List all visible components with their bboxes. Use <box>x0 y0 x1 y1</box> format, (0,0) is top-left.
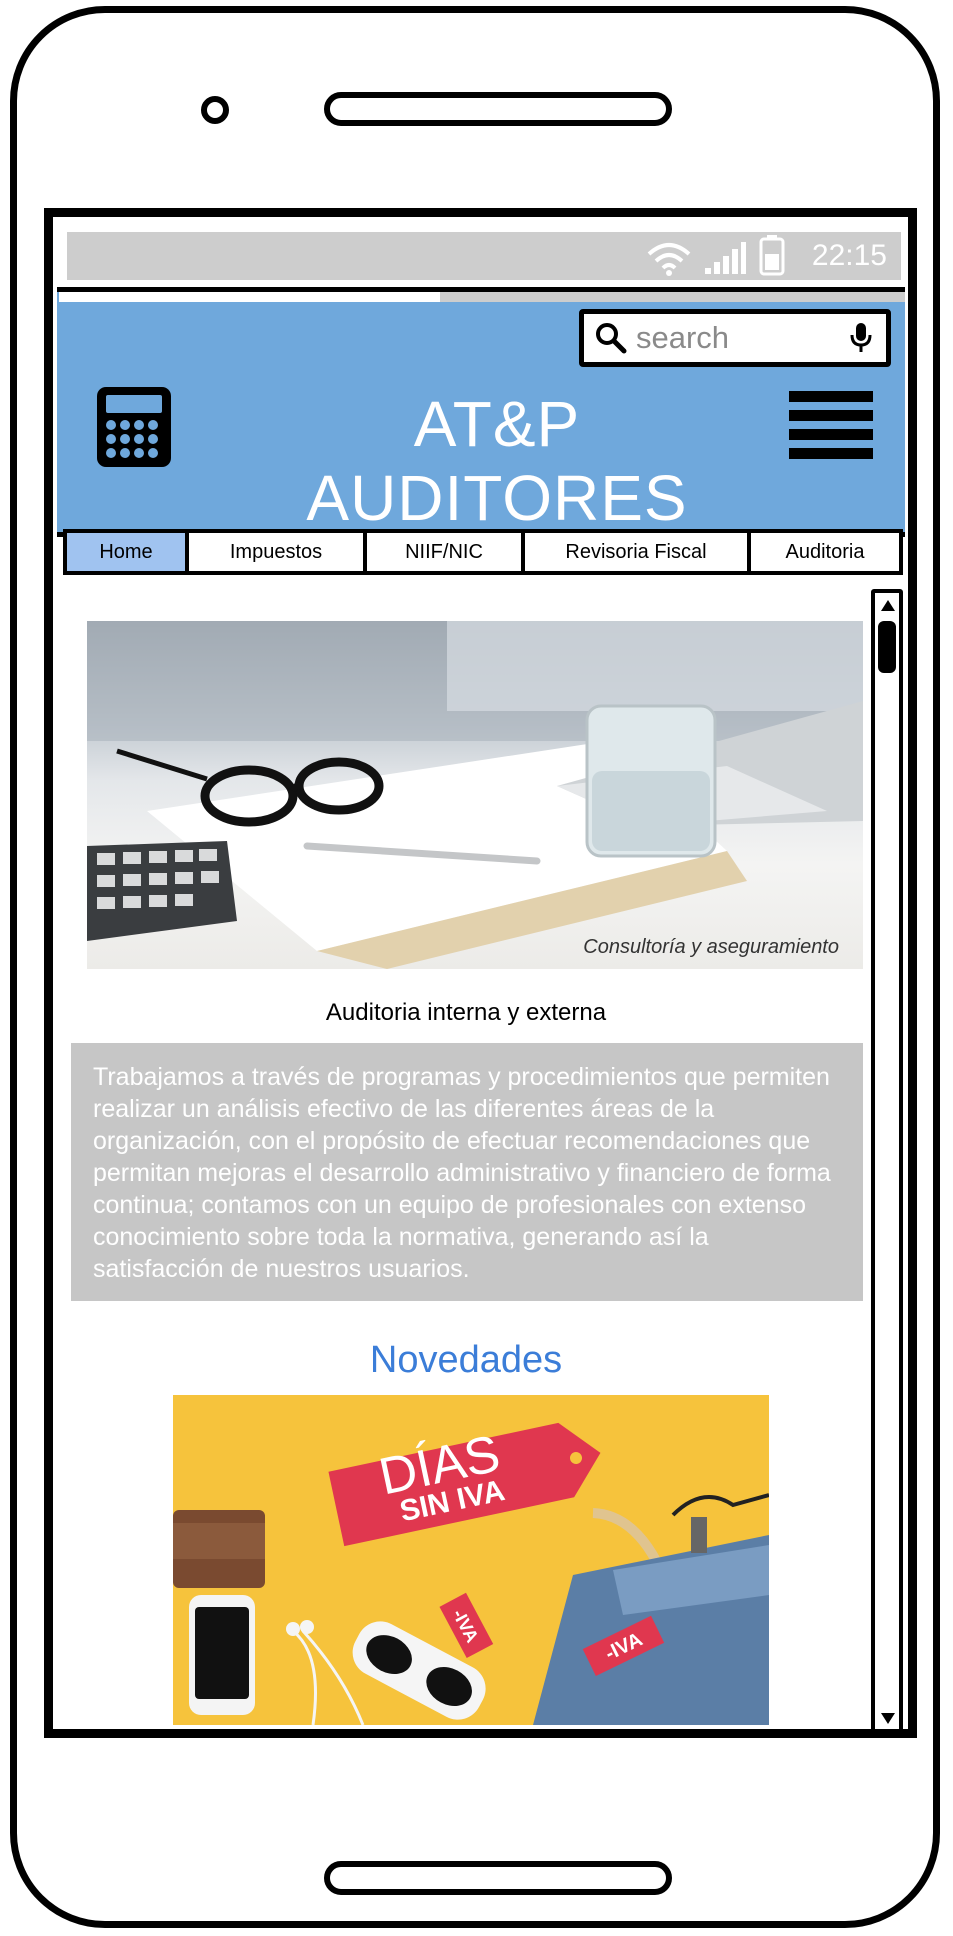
section-title: Auditoria interna y externa <box>325 999 607 1026</box>
status-icons <box>647 234 785 276</box>
hero-image: Consultoría y aseguramiento <box>87 621 863 969</box>
tab-niif-nic[interactable]: NIIF/NIC <box>363 529 525 575</box>
calculator-icon <box>97 387 171 467</box>
tab-impuestos[interactable]: Impuestos <box>185 529 367 575</box>
loading-progress-bar <box>59 292 905 302</box>
search-input[interactable]: search <box>636 320 848 356</box>
scrollbar[interactable] <box>871 589 903 1729</box>
description-box: Trabajamos a través de programas y proce… <box>71 1043 863 1301</box>
scroll-up-icon[interactable] <box>879 597 897 615</box>
hero-caption: Consultoría y aseguramiento <box>583 936 839 958</box>
news-heading: Novedades <box>369 1339 563 1381</box>
promo-image[interactable]: DÍAS SIN IVA -IVA -IVA <box>173 1395 769 1725</box>
search-icon[interactable] <box>594 321 628 355</box>
search-box[interactable]: search <box>579 309 891 367</box>
nav-tabs: Home Impuestos NIIF/NIC Revisoria Fiscal… <box>63 529 903 579</box>
promo-graphic: DÍAS SIN IVA -IVA -IVA <box>173 1422 769 1725</box>
tab-auditoria[interactable]: Auditoria <box>747 529 903 575</box>
home-button[interactable] <box>324 1861 672 1895</box>
scroll-thumb[interactable] <box>878 621 896 673</box>
wifi-icon <box>647 243 691 276</box>
progress-fill <box>59 292 440 302</box>
tab-revisoria-fiscal[interactable]: Revisoria Fiscal <box>521 529 751 575</box>
status-bar: 22:15 <box>67 232 901 280</box>
camera <box>201 96 229 124</box>
screen: 22:15 search AT&P AUDITORES Home Impuest… <box>44 208 917 1738</box>
status-time: 22:15 <box>811 239 887 272</box>
tab-home[interactable]: Home <box>63 529 189 575</box>
app-title: AT&P AUDITORES <box>306 388 688 534</box>
desk-photo <box>87 621 863 969</box>
signal-icon <box>705 242 746 274</box>
description-text: Trabajamos a través de programas y proce… <box>93 1063 831 1283</box>
main-content: Consultoría y aseguramiento Auditoria in… <box>59 587 867 1729</box>
battery-icon <box>759 235 785 276</box>
microphone-icon[interactable] <box>848 321 874 355</box>
scroll-down-icon[interactable] <box>879 1709 897 1727</box>
speaker <box>324 92 672 126</box>
hamburger-menu-icon[interactable] <box>787 389 875 461</box>
